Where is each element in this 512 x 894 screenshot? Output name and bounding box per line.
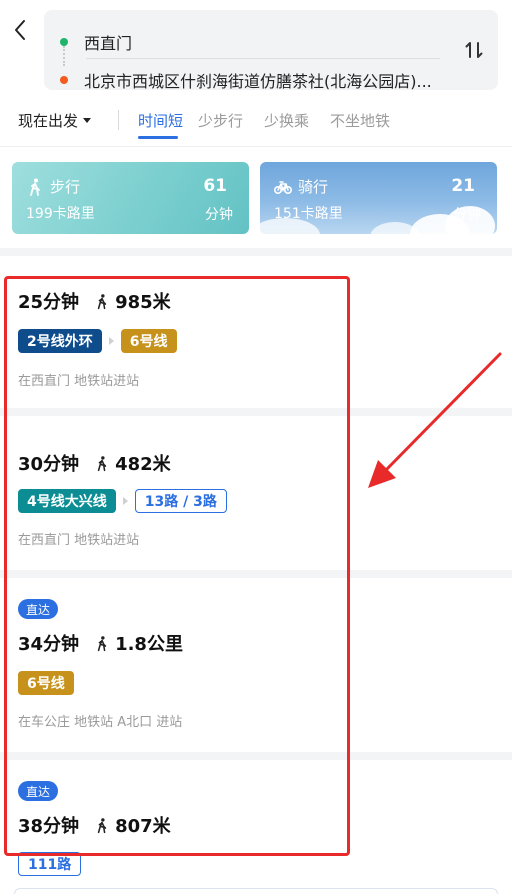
route-connector [63, 46, 65, 66]
origin-dot-icon [60, 38, 68, 46]
tab-no-subway[interactable]: 不坐地铁 [330, 110, 390, 131]
active-tab-indicator [138, 136, 178, 139]
route-duration: 30分钟 [18, 454, 80, 475]
route-divider [0, 752, 512, 760]
subway-line-tag: 4号线大兴线 [18, 489, 116, 513]
destination-field[interactable]: 北京市西城区什刹海街道仿膳茶社(北海公园店)... [60, 68, 432, 92]
bus-line-tag: 13路 / 3路 [134, 489, 227, 513]
swap-button[interactable] [462, 38, 486, 62]
walking-icon [95, 634, 109, 652]
route-option-4[interactable]: 直达 38分钟 807米 111路 [0, 760, 512, 894]
transfer-arrow-icon [122, 497, 128, 505]
origin-field[interactable]: 西直门 [60, 30, 132, 54]
direct-badge: 直达 [18, 599, 59, 619]
tab-less-walking[interactable]: 少步行 [198, 110, 243, 131]
subway-line-tag: 2号线外环 [18, 329, 102, 353]
subway-line-tag: 6号线 [120, 329, 177, 353]
walk-label: 步行 [50, 178, 81, 196]
route-walk-distance: 1.8公里 [115, 634, 183, 655]
walking-icon [95, 292, 109, 310]
route-divider [0, 570, 512, 578]
destination-dot-icon [60, 76, 68, 84]
route-description: 在西直门 地铁站进站 [18, 374, 140, 389]
direct-badge: 直达 [18, 781, 59, 801]
depart-time-selector[interactable]: 现在出发 [18, 110, 92, 131]
route-description: 在车公庄 地铁站 A北口 进站 [18, 715, 183, 730]
tab-separator [118, 110, 119, 130]
destination-text: 北京市西城区什刹海街道仿膳茶社(北海公园店)... [84, 72, 432, 91]
walk-unit: 分钟 [205, 207, 233, 223]
route-divider [0, 408, 512, 416]
swap-icon [465, 42, 483, 58]
route-option-3[interactable]: 直达 34分钟 1.8公里 6号线 在车公庄 地铁站 A北口 进站 [0, 578, 512, 752]
caret-down-icon [83, 118, 92, 123]
walk-option-card[interactable]: 步行 199卡路里 61 分钟 [12, 162, 249, 234]
route-walk-distance: 985米 [115, 292, 171, 313]
walk-calories: 199卡路里 [26, 206, 95, 222]
ride-label: 骑行 [298, 178, 329, 196]
route-description: 在西直门 地铁站进站 [18, 533, 140, 548]
route-duration: 38分钟 [18, 816, 80, 837]
transfer-arrow-icon [108, 337, 114, 345]
route-walk-distance: 807米 [115, 816, 171, 837]
tab-fewer-transfers[interactable]: 少换乘 [264, 110, 309, 131]
route-option-1[interactable]: 25分钟 985米 2号线外环 6号线 在西直门 地铁站进站 [0, 256, 512, 408]
walking-icon [26, 178, 44, 196]
walk-minutes: 61 [203, 176, 227, 196]
address-divider [86, 58, 440, 59]
chevron-left-icon [15, 20, 25, 40]
subway-line-tag: 6号线 [18, 671, 74, 695]
back-button[interactable] [8, 16, 32, 44]
section-gap [0, 248, 512, 256]
depart-time-label: 现在出发 [18, 112, 79, 130]
route-duration: 34分钟 [18, 634, 80, 655]
ride-option-card[interactable]: 骑行 151卡路里 21 分钟 [260, 162, 497, 234]
next-card-edge [14, 888, 498, 894]
tabs-divider [0, 146, 512, 147]
ride-minutes: 21 [451, 176, 475, 196]
sort-tabs: 现在出发 时间短 少步行 少换乘 不坐地铁 [0, 104, 512, 144]
walking-icon [95, 454, 109, 472]
walking-icon [95, 816, 109, 834]
ride-unit: 分钟 [453, 207, 481, 223]
bicycle-icon [274, 178, 292, 196]
bus-line-tag: 111路 [18, 852, 82, 876]
route-duration: 25分钟 [18, 292, 80, 313]
ride-calories: 151卡路里 [274, 206, 343, 222]
route-walk-distance: 482米 [115, 454, 171, 475]
tab-shortest-time[interactable]: 时间短 [138, 110, 183, 131]
route-option-2[interactable]: 30分钟 482米 4号线大兴线 13路 / 3路 在西直门 地铁站进站 [0, 416, 512, 570]
route-address-box: 西直门 北京市西城区什刹海街道仿膳茶社(北海公园店)... [44, 10, 498, 92]
origin-text: 西直门 [84, 34, 133, 53]
